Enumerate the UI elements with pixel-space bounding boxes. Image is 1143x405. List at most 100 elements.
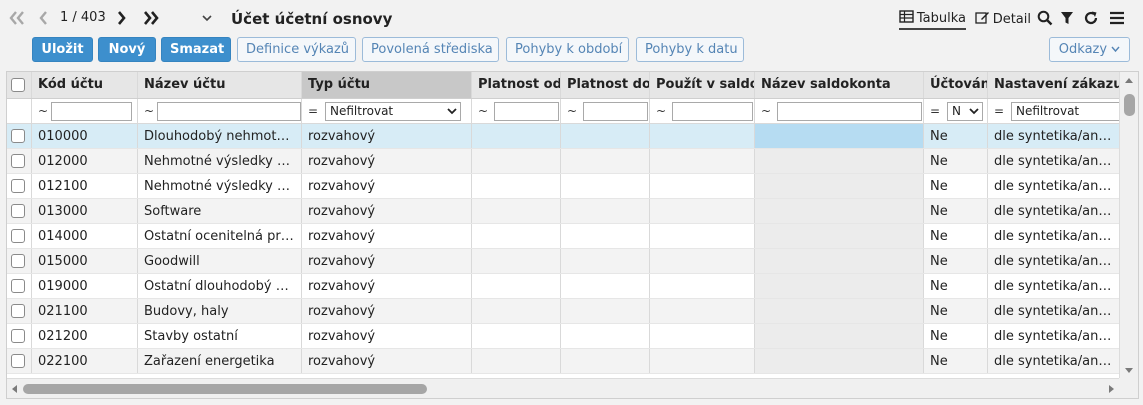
- cell-order-posting: Ne: [924, 299, 988, 323]
- cell-valid-to: [561, 224, 650, 248]
- menu-icon[interactable]: [1109, 10, 1127, 28]
- table-row[interactable]: 019000 Ostatní dlouhodobý nehmotný majet…: [7, 274, 1120, 299]
- table-row[interactable]: 010000 Dlouhodobý nehmotný majetek rozva…: [7, 124, 1120, 149]
- cell-saldo-name: [755, 249, 924, 273]
- cell-valid-from: [472, 299, 561, 323]
- row-select-cell: [7, 224, 32, 248]
- filter-use-saldo-input[interactable]: [672, 102, 753, 121]
- row-checkbox[interactable]: [11, 154, 25, 168]
- cell-name: Budovy, haly: [138, 299, 302, 323]
- horizontal-scrollbar[interactable]: [7, 378, 1120, 398]
- table-row[interactable]: 021200 Stavby ostatní rozvahový Ne dle s…: [7, 324, 1120, 349]
- cell-valid-from: [472, 249, 561, 273]
- filter-saldo-name-input[interactable]: [777, 102, 922, 121]
- column-header-saldo-name[interactable]: Název saldokonta: [755, 72, 924, 98]
- table-row[interactable]: 022100 Zařazení energetika rozvahový Ne …: [7, 349, 1120, 374]
- vertical-scrollbar[interactable]: [1119, 72, 1138, 379]
- allowed-centers-button[interactable]: Povolená střediska: [362, 37, 499, 62]
- cell-type: rozvahový: [302, 249, 472, 273]
- cell-valid-from: [472, 124, 561, 148]
- filter-type-value: Nefiltrovat: [330, 104, 394, 118]
- horizontal-scroll-thumb[interactable]: [23, 384, 427, 394]
- column-header-valid-to[interactable]: Platnost do: [561, 72, 650, 98]
- row-checkbox[interactable]: [11, 329, 25, 343]
- filter-code-input[interactable]: [51, 102, 132, 121]
- cell-order-posting: Ne: [924, 249, 988, 273]
- filter-posting-setting-select[interactable]: Nefiltrovat: [1011, 102, 1120, 121]
- tab-table-view[interactable]: Tabulka: [898, 8, 966, 30]
- last-record-icon[interactable]: [142, 8, 160, 28]
- column-header-code[interactable]: Kód účtu: [32, 72, 138, 98]
- row-checkbox[interactable]: [11, 254, 25, 268]
- vertical-scroll-thumb[interactable]: [1124, 94, 1135, 116]
- table-row[interactable]: 015000 Goodwill rozvahový Ne dle synteti…: [7, 249, 1120, 274]
- column-header-order-posting[interactable]: Účtování zakázek: [924, 72, 988, 98]
- save-button[interactable]: Uložit: [32, 37, 93, 62]
- filter-operator: ~: [656, 104, 667, 118]
- title-dropdown-icon[interactable]: [202, 12, 212, 27]
- moves-by-period-button[interactable]: Pohyby k období: [506, 37, 629, 62]
- filter-name-input[interactable]: [157, 102, 301, 121]
- new-button[interactable]: Nový: [98, 37, 156, 62]
- cell-order-posting: Ne: [924, 224, 988, 248]
- cell-use-saldo: [650, 174, 755, 198]
- filter-order-posting-value: N: [952, 104, 961, 118]
- column-header-type[interactable]: Typ účtu: [302, 72, 472, 98]
- cell-name: Dlouhodobý nehmotný majetek: [138, 124, 302, 148]
- cell-posting-setting: dle syntetika/analytiky: [994, 204, 1120, 219]
- filter-valid-to-input[interactable]: [583, 102, 648, 121]
- scroll-up-icon[interactable]: [1125, 78, 1133, 83]
- next-record-icon[interactable]: [116, 8, 128, 28]
- column-header-valid-from[interactable]: Platnost od: [472, 72, 561, 98]
- cell-posting-setting: dle syntetika/analytiky: [994, 129, 1120, 144]
- delete-button[interactable]: Smazat: [161, 37, 231, 62]
- column-header-name[interactable]: Název účtu: [138, 72, 302, 98]
- grid-filter-row: ~ ~ = Nefiltrovat ~ ~ ~ ~ = N = Nefiltro…: [7, 99, 1120, 124]
- row-checkbox[interactable]: [11, 129, 25, 143]
- filter-valid-from-input[interactable]: [494, 102, 559, 121]
- links-dropdown-button[interactable]: Odkazy: [1049, 37, 1130, 62]
- scroll-down-icon[interactable]: [1125, 368, 1133, 373]
- select-all-checkbox[interactable]: [11, 78, 25, 92]
- row-select-cell: [7, 249, 32, 273]
- cell-valid-from: [472, 349, 561, 373]
- row-select-cell: [7, 299, 32, 323]
- filter-type-select[interactable]: Nefiltrovat: [325, 102, 461, 121]
- cell-use-saldo: [650, 274, 755, 298]
- moves-by-date-button[interactable]: Pohyby k datu: [636, 37, 744, 62]
- filter-order-posting-select[interactable]: N: [947, 102, 983, 121]
- row-checkbox[interactable]: [11, 279, 25, 293]
- cell-valid-to: [561, 174, 650, 198]
- search-icon[interactable]: [1037, 10, 1055, 28]
- cell-code: 015000: [32, 249, 138, 273]
- cell-type: rozvahový: [302, 149, 472, 173]
- row-checkbox[interactable]: [11, 304, 25, 318]
- previous-record-icon[interactable]: [37, 8, 49, 28]
- cell-type: rozvahový: [302, 349, 472, 373]
- table-row[interactable]: 013000 Software rozvahový Ne dle synteti…: [7, 199, 1120, 224]
- table-row[interactable]: 012100 Nehmotné výsledky výzkumu rozvaho…: [7, 174, 1120, 199]
- row-checkbox[interactable]: [11, 229, 25, 243]
- scroll-left-icon[interactable]: [12, 385, 17, 393]
- refresh-icon[interactable]: [1083, 10, 1101, 28]
- table-row[interactable]: 012000 Nehmotné výsledky vývoje rozvahov…: [7, 149, 1120, 174]
- report-definition-button[interactable]: Definice výkazů: [237, 37, 356, 62]
- row-checkbox[interactable]: [11, 179, 25, 193]
- column-header-use-saldo[interactable]: Použít v saldokontu: [650, 72, 755, 98]
- column-header-posting-setting[interactable]: Nastavení zákazu účtování: [988, 72, 1120, 98]
- cell-order-posting: Ne: [924, 124, 988, 148]
- table-row[interactable]: 021100 Budovy, haly rozvahový Ne dle syn…: [7, 299, 1120, 324]
- page-title: Účet účetní osnovy: [231, 10, 393, 28]
- cell-name: Nehmotné výsledky výzkumu: [138, 174, 302, 198]
- tab-detail-view[interactable]: Detail: [975, 8, 1031, 30]
- cell-valid-from: [472, 199, 561, 223]
- cell-valid-to: [561, 249, 650, 273]
- first-record-icon[interactable]: [8, 8, 26, 28]
- filter-icon[interactable]: [1060, 10, 1078, 28]
- row-checkbox[interactable]: [11, 354, 25, 368]
- table-row[interactable]: 014000 Ostatní ocenitelná práva rozvahov…: [7, 224, 1120, 249]
- scroll-right-icon[interactable]: [1109, 385, 1114, 393]
- row-checkbox[interactable]: [11, 204, 25, 218]
- cell-valid-to: [561, 299, 650, 323]
- cell-name: Zařazení energetika: [138, 349, 302, 373]
